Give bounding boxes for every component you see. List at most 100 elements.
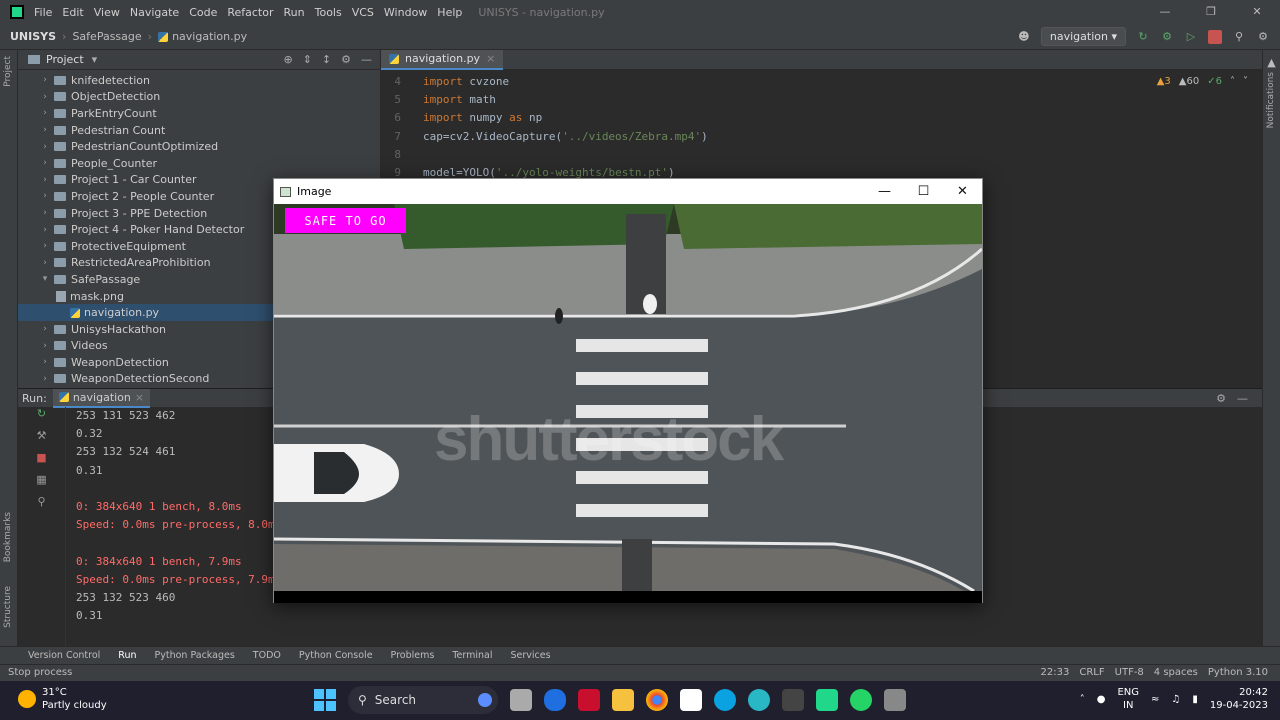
chevron-down-icon[interactable]: ▾ [38, 274, 52, 284]
tree-folder[interactable]: › PedestrianCountOptimized [18, 138, 380, 155]
onedrive-icon[interactable] [544, 689, 566, 711]
minimize-icon[interactable]: — [1142, 0, 1188, 24]
structure-tool-tab[interactable]: Structure [3, 586, 13, 628]
expand-all-icon[interactable]: ⇕ [303, 53, 312, 66]
run-config-dropdown[interactable]: navigation ▾ [1040, 27, 1126, 46]
chevron-right-icon[interactable]: › [38, 175, 52, 185]
python-interpreter[interactable]: Python 3.10 [1208, 667, 1268, 678]
hide-icon[interactable]: — [361, 53, 372, 66]
locate-icon[interactable]: ⊕ [283, 53, 292, 66]
whatsapp-icon[interactable] [850, 689, 872, 711]
menu-tools[interactable]: Tools [315, 6, 342, 19]
python-window-icon[interactable] [884, 689, 906, 711]
menu-window[interactable]: Window [384, 6, 427, 19]
user-icon[interactable]: ☻ [1017, 30, 1031, 44]
image-window-titlebar[interactable]: Image — ☐ ✕ [274, 179, 982, 204]
volume-icon[interactable]: ♫ [1171, 694, 1180, 705]
chevron-right-icon[interactable]: › [38, 324, 52, 334]
menu-file[interactable]: File [34, 6, 52, 19]
menu-run[interactable]: Run [284, 6, 305, 19]
project-view-dropdown[interactable]: Project [46, 53, 84, 66]
maximize-icon[interactable]: ❐ [1188, 0, 1234, 24]
chevron-right-icon[interactable]: › [38, 108, 52, 118]
menu-refactor[interactable]: Refactor [227, 6, 273, 19]
jupyter-icon[interactable] [782, 689, 804, 711]
console-output[interactable]: 253 131 523 462 0.32 253 132 524 461 0.31 0:… [76, 409, 281, 627]
menu-edit[interactable]: Edit [62, 6, 83, 19]
chevron-up-icon[interactable]: ˄ [1230, 76, 1235, 87]
chevron-right-icon[interactable]: › [38, 357, 52, 367]
search-icon[interactable]: ⚲ [1232, 30, 1246, 44]
menu-view[interactable]: View [94, 6, 120, 19]
chrome-icon[interactable] [646, 689, 668, 711]
code-line[interactable]: 5 import math [381, 90, 1280, 108]
hide-icon[interactable]: — [1237, 392, 1248, 405]
code-line[interactable]: 8 [381, 145, 1280, 163]
chevron-right-icon[interactable]: › [38, 75, 52, 85]
menu-vcs[interactable]: VCS [352, 6, 374, 19]
menu-code[interactable]: Code [189, 6, 217, 19]
taskbar-search[interactable]: ⚲ Search [348, 686, 498, 714]
breadcrumb-project[interactable]: UNISYS [10, 30, 56, 43]
edge-dev-icon[interactable] [748, 689, 770, 711]
breadcrumb-folder[interactable]: SafePassage [72, 30, 141, 43]
notifications-tool-tab[interactable]: Notifications [1266, 72, 1276, 128]
edge-icon[interactable] [714, 689, 736, 711]
tool-tab-run[interactable]: Run [118, 650, 136, 661]
line-separator[interactable]: CRLF [1079, 667, 1104, 678]
pin-icon[interactable]: ⚲ [18, 495, 65, 517]
chevron-right-icon[interactable]: › [38, 191, 52, 201]
chevron-right-icon[interactable]: › [38, 92, 52, 102]
chevron-right-icon[interactable]: › [38, 125, 52, 135]
close-icon[interactable]: ✕ [1234, 0, 1280, 24]
code-view[interactable]: 4 import cvzone 5 import math 6 import numpy … [381, 72, 1280, 182]
language-indicator[interactable]: ENG IN [1117, 686, 1139, 712]
chevron-right-icon[interactable]: › [38, 341, 52, 351]
menu-help[interactable]: Help [437, 6, 462, 19]
settings-icon[interactable]: ⚙ [1256, 30, 1270, 44]
debug-icon[interactable]: ⚙ [1160, 30, 1174, 44]
rerun-icon[interactable]: ↻ [18, 407, 65, 429]
code-line[interactable]: 6 import numpy as np [381, 109, 1280, 127]
clock[interactable]: 20:42 19-04-2023 [1210, 686, 1268, 712]
code-line[interactable]: 7 cap=cv2.VideoCapture('../videos/Zebra.m… [381, 127, 1280, 145]
tool-tab-version-control[interactable]: Version Control [28, 650, 100, 661]
tree-folder[interactable]: › People_Counter [18, 155, 380, 172]
snipping-tool-icon[interactable] [680, 689, 702, 711]
file-explorer-icon[interactable] [612, 689, 634, 711]
tool-tab-problems[interactable]: Problems [391, 650, 435, 661]
chevron-down-icon[interactable]: ▾ [92, 53, 98, 66]
stop-icon[interactable] [1208, 29, 1222, 44]
wifi-icon[interactable]: ≈ [1151, 694, 1159, 705]
close-tab-icon[interactable]: × [135, 391, 144, 404]
file-encoding[interactable]: UTF-8 [1115, 667, 1144, 678]
tree-folder[interactable]: › ObjectDetection [18, 89, 380, 106]
battery-icon[interactable]: ▮ [1192, 694, 1198, 705]
layout-icon[interactable]: ▦ [18, 473, 65, 495]
image-window[interactable]: Image — ☐ ✕ shutterstock SAFE TO GO [273, 178, 983, 603]
minimize-icon[interactable]: — [865, 179, 904, 204]
tree-folder[interactable]: › ParkEntryCount [18, 105, 380, 122]
tool-tab-terminal[interactable]: Terminal [452, 650, 492, 661]
run-tab-navigation[interactable]: navigation × [52, 388, 151, 408]
gear-icon[interactable]: ⚙ [341, 53, 351, 66]
project-tool-tab[interactable]: Project [3, 56, 13, 87]
weather-widget[interactable]: 31°C Partly cloudy [18, 686, 107, 712]
chevron-up-icon[interactable]: ˄ [1080, 694, 1085, 705]
rerun-icon[interactable]: ↻ [1136, 30, 1150, 44]
coverage-icon[interactable]: ▷ [1184, 30, 1198, 44]
chevron-down-icon[interactable]: ˅ [1243, 76, 1248, 87]
tool-tab-todo[interactable]: TODO [253, 650, 281, 661]
tree-folder[interactable]: › Pedestrian Count [18, 122, 380, 139]
chevron-right-icon[interactable]: › [38, 142, 52, 152]
pycharm-icon[interactable] [816, 689, 838, 711]
tool-tab-python-console[interactable]: Python Console [299, 650, 373, 661]
chevron-right-icon[interactable]: › [38, 225, 52, 235]
indent-setting[interactable]: 4 spaces [1154, 667, 1198, 678]
tool-tab-python-packages[interactable]: Python Packages [155, 650, 235, 661]
maximize-icon[interactable]: ☐ [904, 179, 943, 204]
task-view-icon[interactable] [510, 689, 532, 711]
tool-tab-services[interactable]: Services [511, 650, 551, 661]
gear-icon[interactable]: ⚙ [1216, 392, 1226, 405]
menu-navigate[interactable]: Navigate [130, 6, 179, 19]
